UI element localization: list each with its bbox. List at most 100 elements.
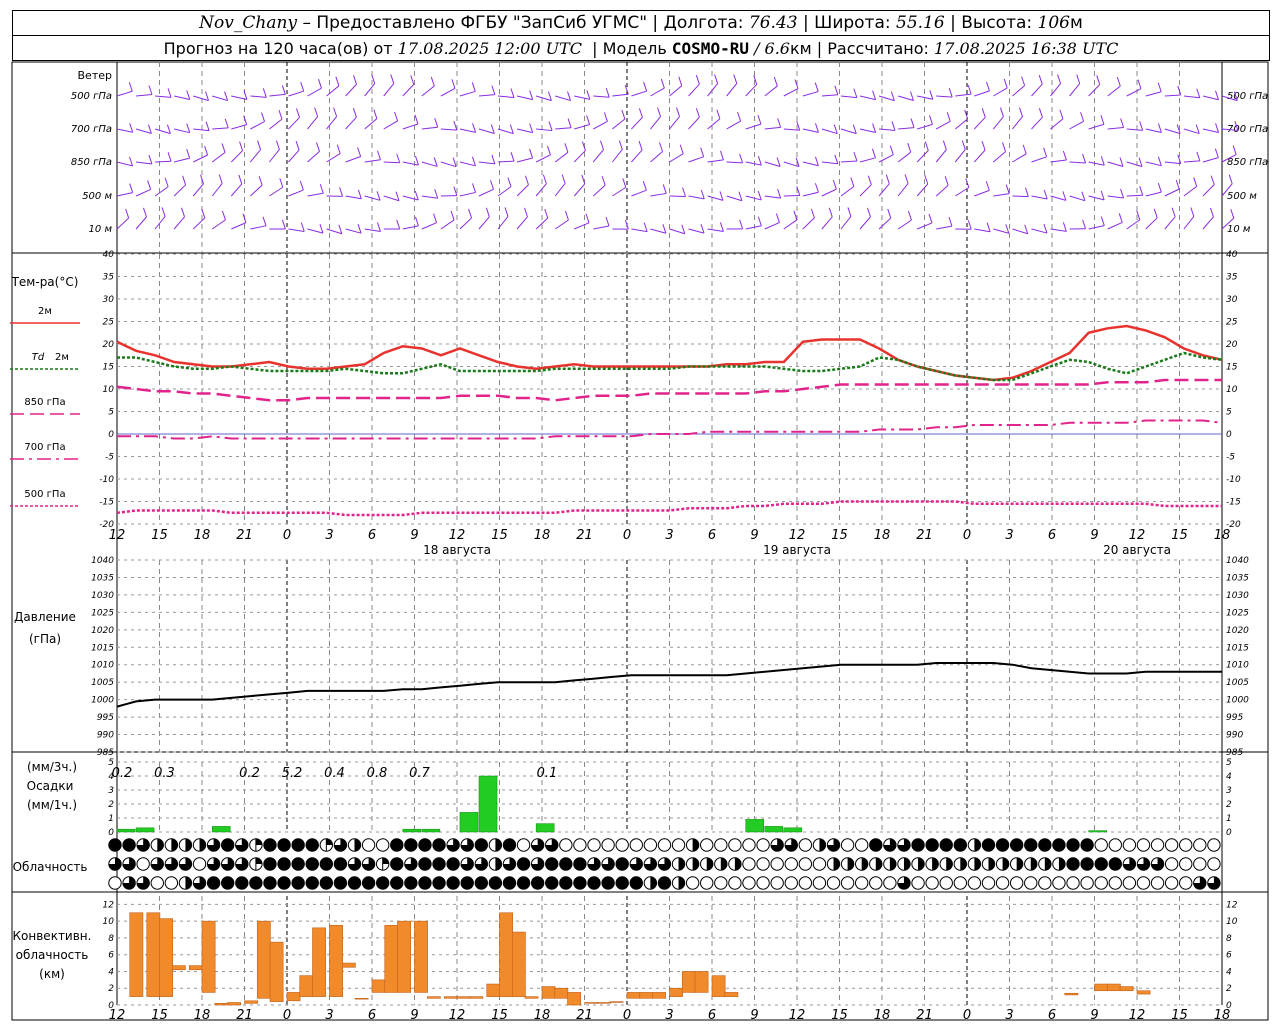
- wind-barb: [1031, 195, 1048, 200]
- wind-barb-flag: [1196, 151, 1201, 162]
- convective-bar: [214, 1003, 229, 1006]
- wind-barb-flag: [281, 219, 286, 230]
- wind-barb: [155, 95, 172, 98]
- cloud-circle: [1052, 876, 1066, 890]
- wind-barb-flag: [676, 107, 681, 117]
- precip-bar: [402, 828, 422, 833]
- wind-barb-flag: [889, 145, 894, 155]
- cloud-fill-half: [875, 857, 882, 871]
- cloud-fill-full: [277, 838, 291, 852]
- cloud-fill-full: [446, 857, 460, 871]
- pressure-tick-label-right: 1020: [1226, 626, 1249, 636]
- cloud-fill-full: [291, 857, 305, 871]
- cloud-fill-full: [263, 876, 277, 890]
- pressure-tick-label-right: 985: [1226, 748, 1243, 758]
- wind-barb: [211, 152, 226, 163]
- x-tick-label: 0: [283, 1008, 291, 1023]
- wind-barb-flag: [1196, 88, 1201, 98]
- cloud-circle: [1207, 857, 1221, 871]
- wind-barb: [726, 161, 743, 164]
- wind-barb: [993, 193, 1010, 197]
- cloud-circle: [1164, 876, 1179, 890]
- cloud-cover-symbol: [559, 838, 573, 852]
- cloud-cover-symbol: [460, 857, 474, 871]
- cloud-cover-symbol: [714, 857, 728, 871]
- wind-barb-flag: [1209, 207, 1214, 218]
- convective-bar: [371, 979, 386, 993]
- temp-tick-label: 10: [103, 385, 115, 395]
- wind-barb: [859, 95, 876, 101]
- temp-tick-label: 5: [108, 408, 114, 418]
- cloud-cover-symbol: [277, 857, 291, 871]
- wind-level-label: 850 гПа: [71, 157, 112, 168]
- cloud-cover-symbol: [221, 857, 235, 871]
- cloud-cover-symbol: [700, 857, 714, 871]
- cloud-fill-full: [221, 838, 234, 852]
- cloud-cover-symbol: [573, 838, 587, 852]
- convective-bar: [584, 1002, 598, 1004]
- temp-tick-label-right: 10: [1226, 385, 1238, 395]
- convective-bar: [626, 992, 641, 999]
- cloud-circle: [967, 876, 982, 890]
- wind-barb-flag: [660, 78, 665, 89]
- cloud-fill-full: [306, 876, 319, 890]
- wind-barb-flag: [542, 174, 547, 184]
- wind-barb: [1202, 157, 1219, 163]
- wind-barb: [516, 216, 528, 230]
- wind-barb: [193, 95, 209, 102]
- wind-barb-flag: [1214, 148, 1219, 158]
- wind-barb: [1012, 228, 1028, 235]
- cloud-fill-full: [249, 876, 263, 890]
- cloud-fill-half: [692, 838, 699, 852]
- wind-barb: [402, 225, 419, 230]
- cloud-circle: [1024, 876, 1038, 890]
- convective-bar: [129, 912, 144, 997]
- wind-barb: [1126, 219, 1141, 230]
- cloud-circle: [742, 838, 756, 852]
- wind-barb-flag: [186, 123, 191, 133]
- wind-barb: [688, 116, 700, 130]
- date-label: 19 августа: [763, 543, 831, 557]
- convective-bar: [486, 983, 501, 997]
- cloud-cover-symbol: [150, 857, 164, 871]
- x-tick-label: 21: [576, 1008, 593, 1023]
- wind-barb: [116, 217, 130, 230]
- wind-barb-flag: [834, 154, 839, 164]
- cloud-cover-symbol: [136, 876, 150, 890]
- cloud-circle: [784, 857, 798, 871]
- pressure-tick-label-right: 1030: [1226, 591, 1249, 601]
- cloud-cover-symbol: [1066, 876, 1080, 890]
- wind-barb: [326, 153, 341, 163]
- wind-barb-flag: [679, 144, 684, 154]
- cloud-fill-full: [1010, 838, 1023, 852]
- cloud-cover-symbol: [897, 838, 911, 852]
- wind-level-label-right: 10 м: [1227, 224, 1251, 235]
- wind-barb: [154, 128, 171, 135]
- wind-barb-flag: [373, 109, 378, 119]
- cloud-fill-half: [678, 857, 685, 871]
- wind-barb: [192, 217, 206, 230]
- wind-barb: [593, 95, 610, 98]
- wind-barb-flag: [757, 216, 762, 226]
- cloud-circle: [1150, 876, 1165, 890]
- x-tick-label: 12: [789, 1008, 806, 1023]
- wind-barb: [1107, 85, 1121, 97]
- cloud-fill-full: [911, 838, 925, 852]
- wind-barb: [650, 228, 667, 234]
- cloud-fill-half: [171, 838, 178, 852]
- x-tick-label: 3: [1005, 528, 1013, 543]
- cloud-cover-symbol: [235, 857, 249, 871]
- cloud-fill-full: [348, 876, 361, 890]
- wind-barb: [688, 156, 704, 163]
- cloud-fill-full: [869, 838, 882, 852]
- wind-barb: [574, 222, 590, 230]
- wind-barb: [688, 195, 705, 200]
- cloud-cover-symbol: [404, 857, 418, 871]
- cloud-cover-symbol: [615, 838, 629, 852]
- wind-barb: [878, 154, 894, 163]
- wind-barb: [345, 228, 362, 234]
- cloud-cover-symbol: [1150, 857, 1165, 871]
- cloud-cover-symbol: [615, 876, 629, 890]
- wind-barb-flag: [129, 183, 134, 193]
- wind-barb-flag: [850, 177, 855, 187]
